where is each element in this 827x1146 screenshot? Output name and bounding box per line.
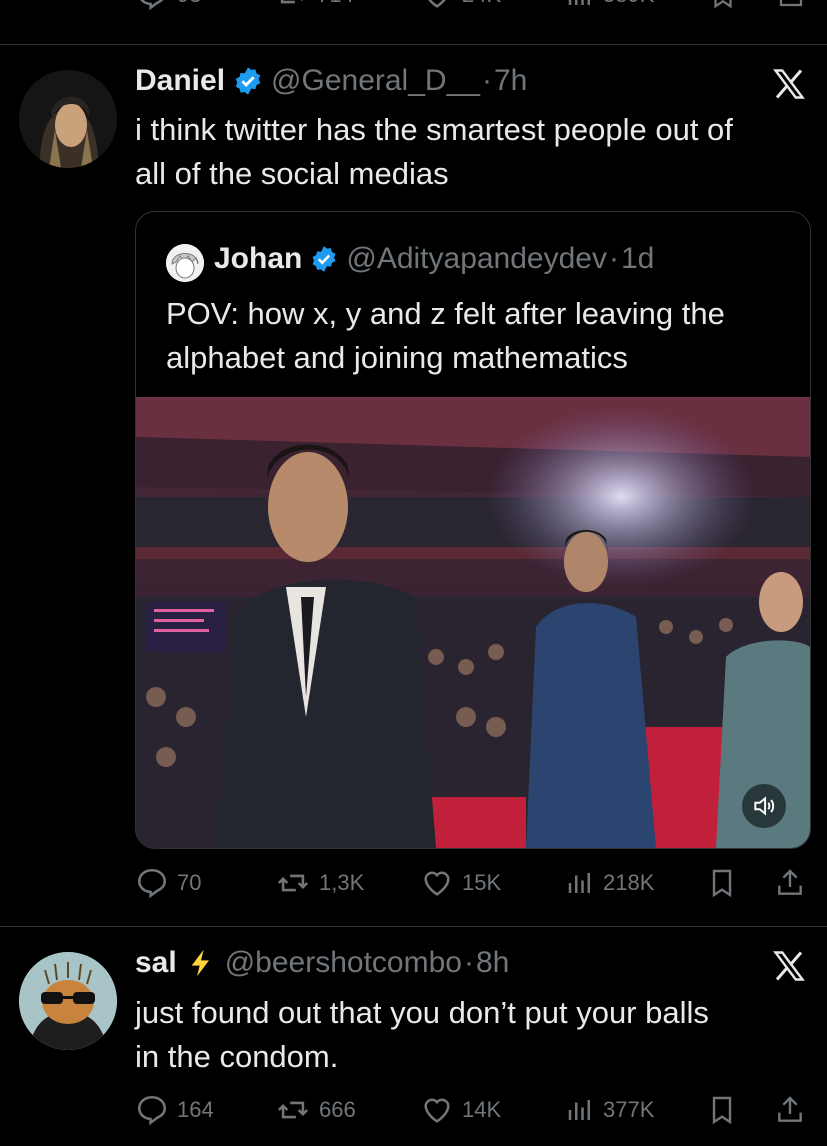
author-handle[interactable]: @beershotcombo	[225, 946, 462, 980]
quoted-tweet[interactable]: Johan @Adityapandeydev · 1d POV: how x, …	[135, 211, 811, 849]
avatar-image	[19, 952, 117, 1050]
views-count: 377K	[603, 1097, 655, 1122]
video-player[interactable]	[136, 397, 810, 848]
bookmark-button[interactable]	[706, 1093, 738, 1132]
bookmark-icon	[712, 869, 732, 898]
reply-count: 93	[177, 0, 201, 8]
like-count: 14K	[462, 1097, 502, 1122]
views-icon	[568, 1100, 590, 1120]
bookmark-button[interactable]	[708, 0, 738, 17]
tweet-text: i think twitter has the smartest people …	[135, 108, 815, 196]
heart-icon	[424, 1098, 450, 1123]
views-icon	[568, 0, 590, 5]
reply-count: 164	[177, 1097, 214, 1122]
repost-count: 1,3K	[319, 870, 365, 895]
like-button[interactable]: 24K	[420, 0, 501, 12]
repost-button[interactable]: 666	[275, 1093, 356, 1127]
divider	[0, 44, 827, 45]
reply-icon	[137, 868, 167, 899]
tweet-text-line: i think twitter has the smartest people …	[135, 112, 733, 147]
repost-button[interactable]: 714	[275, 0, 354, 12]
divider	[0, 926, 827, 927]
repost-icon	[280, 0, 303, 4]
tweet-text-line: all of the social medias	[135, 156, 449, 191]
views-button[interactable]: 377K	[565, 1093, 654, 1127]
quoted-author-handle: @Adityapandeydev	[346, 242, 607, 275]
tweet-text: just found out that you don’t put your b…	[135, 991, 815, 1079]
lightning-bolt-icon	[191, 949, 209, 977]
avatar[interactable]	[19, 70, 117, 168]
quoted-avatar-image	[166, 244, 204, 282]
bookmark-icon	[714, 0, 732, 9]
repost-icon	[277, 874, 309, 892]
reply-icon	[140, 0, 164, 11]
repost-count: 666	[319, 1097, 356, 1122]
x-logo-button[interactable]	[770, 948, 808, 989]
reply-count: 70	[177, 870, 202, 895]
video-frame	[136, 397, 810, 848]
x-logo-icon	[773, 69, 805, 99]
quoted-header: Johan @Adityapandeydev · 1d	[214, 242, 654, 276]
verified-badge-icon	[235, 67, 261, 95]
views-count: 589K	[603, 0, 654, 8]
quoted-author-name: Johan	[214, 242, 303, 275]
timestamp[interactable]: 8h	[476, 946, 509, 980]
share-icon	[778, 869, 802, 895]
separator-dot: ·	[463, 946, 474, 979]
like-button[interactable]: 14K	[420, 1093, 501, 1127]
repost-icon	[277, 1101, 309, 1119]
like-button[interactable]: 15K	[420, 866, 501, 900]
bookmark-button[interactable]	[706, 866, 738, 905]
timestamp[interactable]: 7h	[494, 64, 527, 98]
like-count: 24K	[462, 0, 501, 8]
author-handle[interactable]: @General_D__	[271, 64, 480, 98]
heart-icon	[424, 871, 450, 896]
share-button[interactable]	[774, 1093, 806, 1132]
x-logo-icon	[773, 951, 805, 981]
verified-badge-icon	[312, 246, 336, 272]
separator-dot: ·	[481, 64, 492, 97]
quoted-text-line: POV: how x, y and z felt after leaving t…	[166, 296, 725, 331]
share-button[interactable]	[774, 866, 806, 905]
repost-button[interactable]: 1,3K	[275, 866, 364, 900]
tweet-text-line: in the condom.	[135, 1039, 339, 1074]
volume-icon	[754, 796, 775, 816]
views-icon	[568, 873, 590, 893]
share-icon	[778, 1096, 802, 1122]
views-button[interactable]: 218K	[565, 866, 654, 900]
avatar[interactable]	[19, 952, 117, 1050]
heart-icon	[428, 0, 446, 8]
tweet-header: Daniel @General_D__ · 7h	[135, 64, 527, 98]
share-icon	[779, 0, 803, 7]
avatar-image	[19, 70, 117, 168]
volume-button[interactable]	[742, 784, 786, 828]
reply-icon	[137, 1095, 167, 1126]
x-logo-button[interactable]	[770, 66, 808, 107]
quoted-text: POV: how x, y and z felt after leaving t…	[166, 292, 796, 380]
author-name[interactable]: Daniel	[135, 64, 225, 98]
like-count: 15K	[462, 870, 502, 895]
reply-button[interactable]: 93	[135, 0, 201, 12]
reply-button[interactable]: 164	[135, 1093, 214, 1127]
views-count: 218K	[603, 870, 655, 895]
quoted-text-line: alphabet and joining mathematics	[166, 340, 628, 375]
quoted-avatar	[166, 244, 204, 282]
share-button[interactable]	[776, 0, 806, 17]
tweet-text-line: just found out that you don’t put your b…	[135, 995, 709, 1030]
quoted-timestamp: 1d	[620, 242, 655, 275]
separator-dot: ·	[608, 242, 619, 275]
bookmark-icon	[712, 1096, 732, 1125]
reply-button[interactable]: 70	[135, 866, 201, 900]
tweet-header: sal @beershotcombo · 8h	[135, 946, 509, 980]
repost-count: 714	[317, 0, 354, 8]
views-button[interactable]: 589K	[565, 0, 654, 12]
author-name[interactable]: sal	[135, 946, 177, 980]
previous-tweet-actions: 93 714 24K 589K	[0, 0, 827, 22]
